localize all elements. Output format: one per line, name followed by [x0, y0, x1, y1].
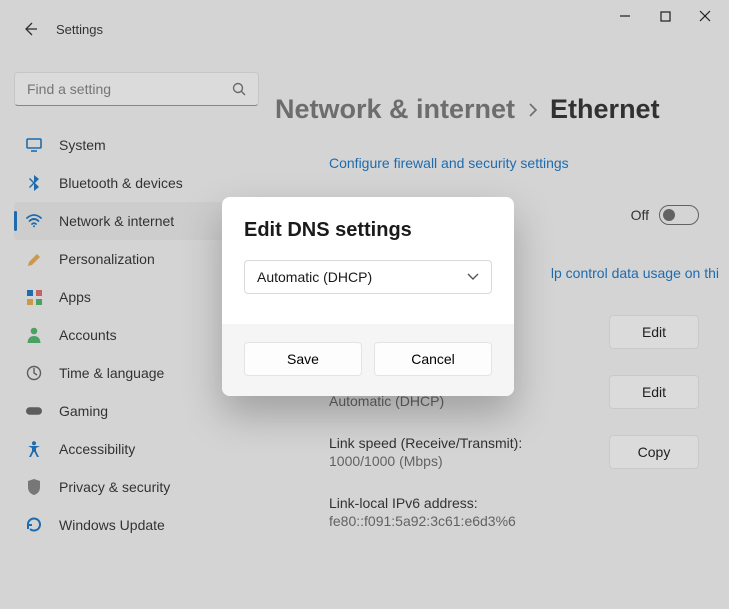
chevron-down-icon — [467, 273, 479, 281]
select-value: Automatic (DHCP) — [257, 269, 372, 285]
edit-dns-dialog: Edit DNS settings Automatic (DHCP) Save … — [222, 197, 514, 396]
dialog-title: Edit DNS settings — [244, 219, 492, 242]
dns-mode-select[interactable]: Automatic (DHCP) — [244, 260, 492, 294]
save-button[interactable]: Save — [244, 342, 362, 376]
cancel-button[interactable]: Cancel — [374, 342, 492, 376]
